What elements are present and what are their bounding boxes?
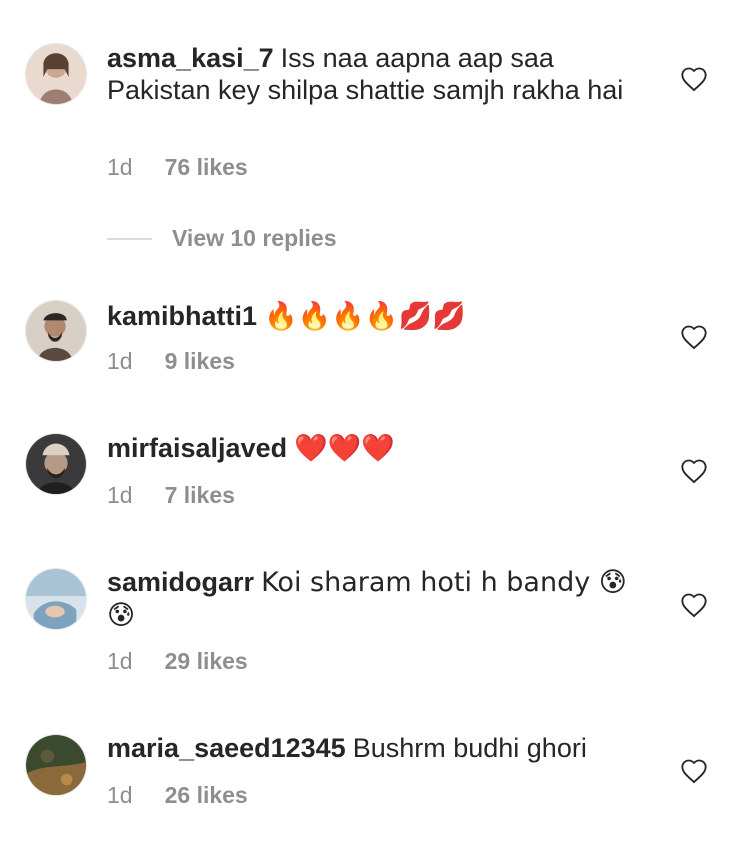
comment-likes[interactable]: 9 likes [165, 348, 235, 375]
heart-outline-icon[interactable] [680, 758, 708, 784]
heart-outline-icon[interactable] [680, 592, 708, 618]
comment-username[interactable]: mirfaisaljaved [107, 433, 287, 463]
comment-meta: 1d 76 likes [107, 154, 248, 181]
comment-body: samidogarr Koi sharam hoti h bandy 😰😰 [107, 566, 637, 632]
comment-time[interactable]: 1d [107, 154, 133, 181]
comment-text: Bushrm budhi ghori [352, 733, 587, 763]
view-replies-button[interactable]: View 10 replies [107, 225, 337, 252]
comment-time[interactable]: 1d [107, 648, 133, 675]
comment-body: maria_saeed12345 Bushrm budhi ghori [107, 732, 637, 764]
avatar[interactable] [25, 734, 87, 796]
heart-outline-icon[interactable] [680, 66, 708, 92]
avatar[interactable] [25, 300, 87, 362]
comment-body: asma_kasi_7 Iss naa aapna aap saa Pakista… [107, 42, 637, 106]
comment-username[interactable]: maria_saeed12345 [107, 733, 346, 763]
comment-time[interactable]: 1d [107, 782, 133, 809]
comment-likes[interactable]: 26 likes [165, 782, 248, 809]
comment-text: ❤️❤️❤️ [294, 433, 395, 464]
comment-likes[interactable]: 7 likes [165, 482, 235, 509]
comment-text: 🔥🔥🔥🔥💋💋 [264, 301, 466, 332]
comment-time[interactable]: 1d [107, 348, 133, 375]
comment-body: kamibhatti1 🔥🔥🔥🔥💋💋 [107, 300, 637, 333]
comment-meta: 1d 26 likes [107, 782, 248, 809]
comment-time[interactable]: 1d [107, 482, 133, 509]
view-replies-label: View 10 replies [172, 225, 337, 251]
heart-outline-icon[interactable] [680, 458, 708, 484]
avatar[interactable] [25, 568, 87, 630]
avatar[interactable] [25, 433, 87, 495]
avatar[interactable] [25, 43, 87, 105]
heart-outline-icon[interactable] [680, 324, 708, 350]
comment-username[interactable]: samidogarr [107, 567, 254, 597]
comment-body: mirfaisaljaved ❤️❤️❤️ [107, 432, 637, 465]
replies-divider [107, 237, 152, 240]
comment-username[interactable]: asma_kasi_7 [107, 43, 274, 73]
comment-username[interactable]: kamibhatti1 [107, 301, 257, 331]
comment-meta: 1d 29 likes [107, 648, 248, 675]
comment-likes[interactable]: 76 likes [165, 154, 248, 181]
comment-meta: 1d 7 likes [107, 482, 235, 509]
comment-likes[interactable]: 29 likes [165, 648, 248, 675]
comment-meta: 1d 9 likes [107, 348, 235, 375]
